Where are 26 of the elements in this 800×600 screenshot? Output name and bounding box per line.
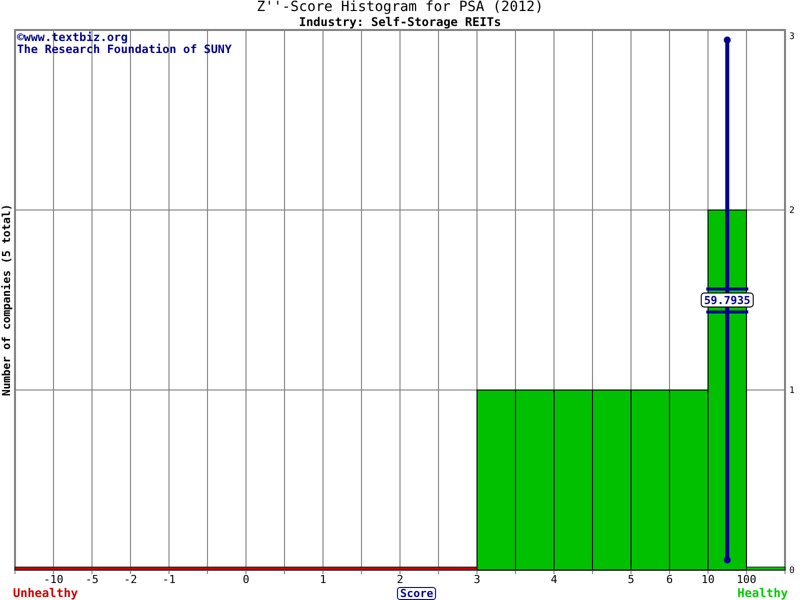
chart-title: Z''-Score Histogram for PSA (2012) [256, 0, 544, 15]
x-tick-label: 3 [474, 573, 480, 586]
healthy-label: Healthy [737, 587, 788, 600]
x-tick-label: 4 [550, 573, 558, 586]
x-tick-label: 10 [701, 573, 715, 586]
chart-subtitle: Industry: Self-Storage REITs [298, 15, 502, 29]
copyright-text: ©www.textbiz.org [17, 30, 128, 44]
y-tick-label: 3 [789, 32, 795, 42]
x-tick-label: -1 [162, 573, 176, 586]
x-tick-label: -2 [124, 573, 138, 586]
unhealthy-label: Unhealthy [13, 587, 78, 600]
x-tick-label: 1 [320, 573, 326, 586]
score-label: Score [397, 587, 436, 600]
x-tick-label: 6 [666, 573, 673, 586]
y-tick-label: 1 [789, 386, 795, 396]
y-tick-label: 2 [789, 206, 795, 216]
copyright-text: The Research Foundation of SUNY [17, 42, 232, 56]
x-tick-label: 2 [396, 573, 404, 586]
x-tick-label: -10 [44, 573, 64, 586]
y-axis-label: Number of companies (5 total) [0, 204, 13, 396]
x-tick-label: 0 [242, 573, 250, 586]
x-tick-label: 5 [628, 573, 634, 586]
value-label: 59.7935 [704, 294, 750, 307]
x-tick-label: -5 [85, 573, 99, 586]
x-tick-label: 100 [736, 573, 756, 586]
y-tick-label: 0 [789, 566, 795, 576]
